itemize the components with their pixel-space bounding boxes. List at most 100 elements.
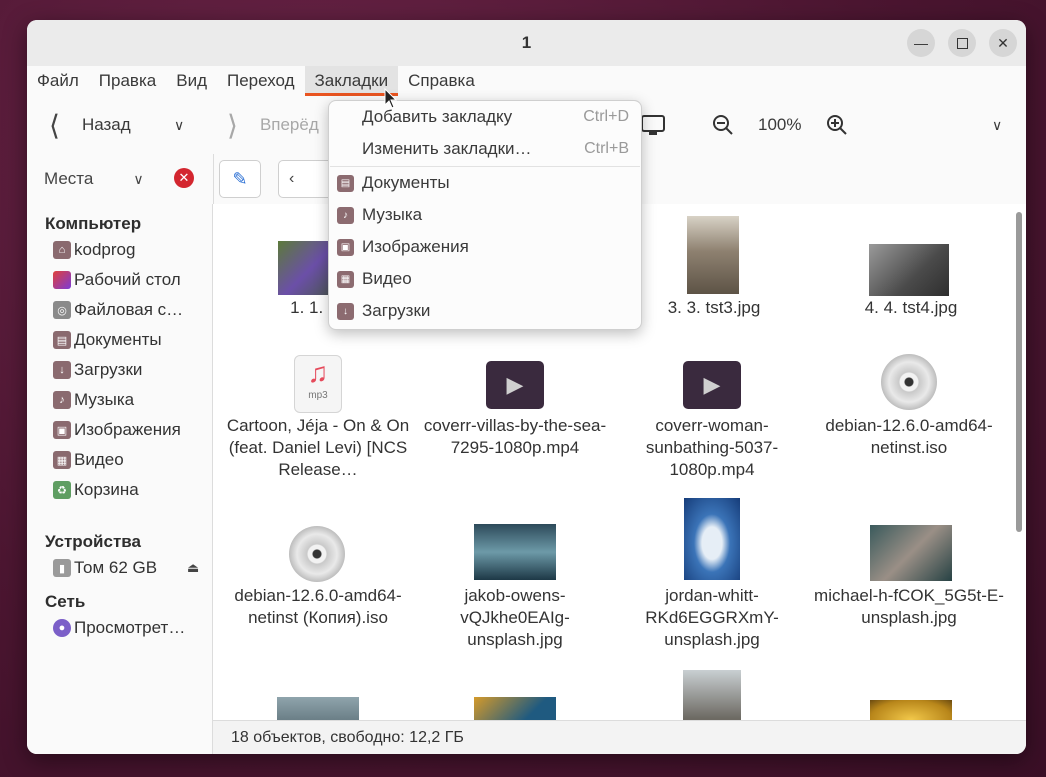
video-file-icon: ▶ [683, 361, 741, 409]
close-sidebar-button[interactable]: ✕ [174, 168, 194, 188]
sidebar-item-label: Просмотрет… [74, 618, 186, 637]
eject-icon[interactable]: ⏏ [187, 560, 199, 576]
image-thumbnail[interactable] [277, 697, 359, 721]
sidebar-item-label: Музыка [74, 390, 135, 409]
sidebar-item-documents[interactable]: ▤ Документы [53, 327, 162, 353]
videos-icon: ▦ [53, 451, 71, 469]
sidebar-item-desktop[interactable]: Рабочий стол [53, 267, 181, 293]
videos-icon: ▦ [337, 270, 354, 288]
chevron-down-icon: ∨ [992, 116, 1003, 133]
image-thumbnail[interactable] [870, 700, 952, 721]
forward-label: Вперёд [259, 115, 319, 134]
sidebar-item-filesystem[interactable]: ◎ Файловая с… [53, 297, 183, 323]
menu-item-label: Добавить закладку [362, 107, 513, 126]
bookmark-videos[interactable]: ▦ Видео [329, 263, 641, 295]
sidebar-item-pictures[interactable]: ▣ Изображения [53, 417, 181, 443]
desktop-icon [53, 271, 71, 289]
section-devices: Устройства [45, 532, 141, 551]
sidebar-item-label: Видео [74, 450, 124, 469]
file-name: Cartoon, Jéja - On & On (feat. Daniel Le… [226, 416, 410, 479]
image-thumbnail [870, 525, 952, 581]
history-dropdown[interactable]: ∨ [174, 96, 184, 154]
image-thumbnail [869, 244, 949, 296]
edit-location-button[interactable]: ✎ [219, 160, 261, 198]
maximize-icon [956, 37, 968, 49]
close-button[interactable]: ✕ [989, 29, 1017, 57]
chevron-right-icon: ⟩ [227, 109, 238, 141]
vertical-scrollbar[interactable] [1016, 212, 1022, 532]
play-icon: ▶ [703, 372, 721, 397]
image-thumbnail [687, 216, 739, 294]
back-button[interactable]: ⟨ Назад [49, 96, 131, 154]
pictures-icon: ▣ [53, 421, 71, 439]
file-name: 4. 4. tst4.jpg [864, 298, 958, 317]
menu-file[interactable]: Файл [27, 66, 89, 96]
sidebar-item-downloads[interactable]: ↓ Загрузки [53, 357, 142, 383]
zoom-in-button[interactable] [825, 96, 849, 154]
chevron-left-icon: ⟨ [49, 109, 60, 141]
downloads-icon: ↓ [53, 361, 71, 379]
status-text: 18 объектов, свободно: 12,2 ГБ [231, 728, 464, 746]
audio-file-icon: ♫ mp3 [294, 355, 342, 413]
maximize-button[interactable] [948, 29, 976, 57]
play-icon: ▶ [506, 372, 524, 397]
chevron-down-icon: ∨ [133, 170, 144, 187]
add-bookmark-item[interactable]: Добавить закладку Ctrl+D [329, 101, 641, 133]
view-options-dropdown[interactable]: ∨ [992, 96, 1002, 154]
sidebar-item-label: Изображения [74, 420, 181, 439]
bookmark-documents[interactable]: ▤ Документы [329, 167, 641, 199]
window-title: 1 [521, 33, 532, 52]
pencil-icon: ✎ [232, 168, 248, 189]
menu-view[interactable]: Вид [166, 66, 217, 96]
music-icon: ♪ [337, 206, 354, 224]
back-label: Назад [81, 115, 131, 134]
menu-help[interactable]: Справка [398, 66, 485, 96]
forward-button[interactable]: ⟩ Вперёд [227, 96, 319, 154]
zoom-out-button[interactable] [711, 96, 735, 154]
sidebar-item-label: Корзина [74, 480, 139, 499]
mouse-cursor-icon [384, 88, 398, 109]
computer-button[interactable] [639, 96, 667, 154]
pictures-icon: ▣ [337, 238, 354, 256]
sidebar: Компьютер ⌂ kodprog Рабочий стол ◎ Файлова… [27, 204, 213, 754]
downloads-icon: ↓ [337, 302, 354, 320]
menu-item-label: Загрузки [362, 301, 431, 320]
disc-icon [289, 526, 345, 582]
section-computer: Компьютер [45, 214, 142, 233]
menu-edit[interactable]: Правка [89, 66, 166, 96]
sidebar-item-label: Файловая с… [74, 300, 184, 319]
chevron-left-icon: ‹ [289, 170, 295, 187]
close-icon: ✕ [997, 34, 1009, 51]
zoom-in-icon [827, 115, 847, 135]
menu-go[interactable]: Переход [217, 66, 305, 96]
file-name: michael-h-fCOK_5G5t-E-unsplash.jpg [814, 586, 1004, 627]
network-icon: ● [53, 619, 71, 637]
file-name: coverr-woman-sunbathing-5037-1080p.mp4 [645, 416, 779, 479]
computer-icon [641, 115, 665, 135]
image-thumbnail [684, 498, 740, 580]
places-selector[interactable]: Места ∨ [44, 154, 144, 204]
sidebar-item-label: Рабочий стол [74, 270, 181, 289]
image-thumbnail[interactable] [474, 697, 556, 721]
bookmark-downloads[interactable]: ↓ Загрузки [329, 295, 641, 327]
sidebar-item-home[interactable]: ⌂ kodprog [53, 237, 135, 263]
sidebar-item-music[interactable]: ♪ Музыка [53, 387, 134, 413]
home-icon: ⌂ [53, 241, 71, 259]
filesystem-icon: ◎ [53, 301, 71, 319]
sidebar-item-videos[interactable]: ▦ Видео [53, 447, 124, 473]
bookmark-pictures[interactable]: ▣ Изображения [329, 231, 641, 263]
shortcut-label: Ctrl+D [583, 108, 629, 125]
zoom-out-icon [713, 115, 733, 135]
zoom-level[interactable]: 100% [758, 96, 801, 154]
sidebar-item-volume[interactable]: ▮ Том 62 GB ⏏ [53, 555, 203, 581]
sidebar-item-trash[interactable]: ♻ Корзина [53, 477, 139, 503]
shortcut-label: Ctrl+B [584, 140, 629, 157]
music-icon: ♪ [53, 391, 71, 409]
image-thumbnail[interactable] [683, 670, 741, 721]
close-icon: ✕ [178, 170, 190, 185]
sidebar-item-network[interactable]: ● Просмотрет… [53, 615, 185, 641]
minimize-button[interactable]: — [907, 29, 935, 57]
bookmark-music[interactable]: ♪ Музыка [329, 199, 641, 231]
bookmarks-menu: Добавить закладку Ctrl+D Изменить заклад… [328, 100, 642, 330]
edit-bookmarks-item[interactable]: Изменить закладки… Ctrl+B [329, 133, 641, 165]
